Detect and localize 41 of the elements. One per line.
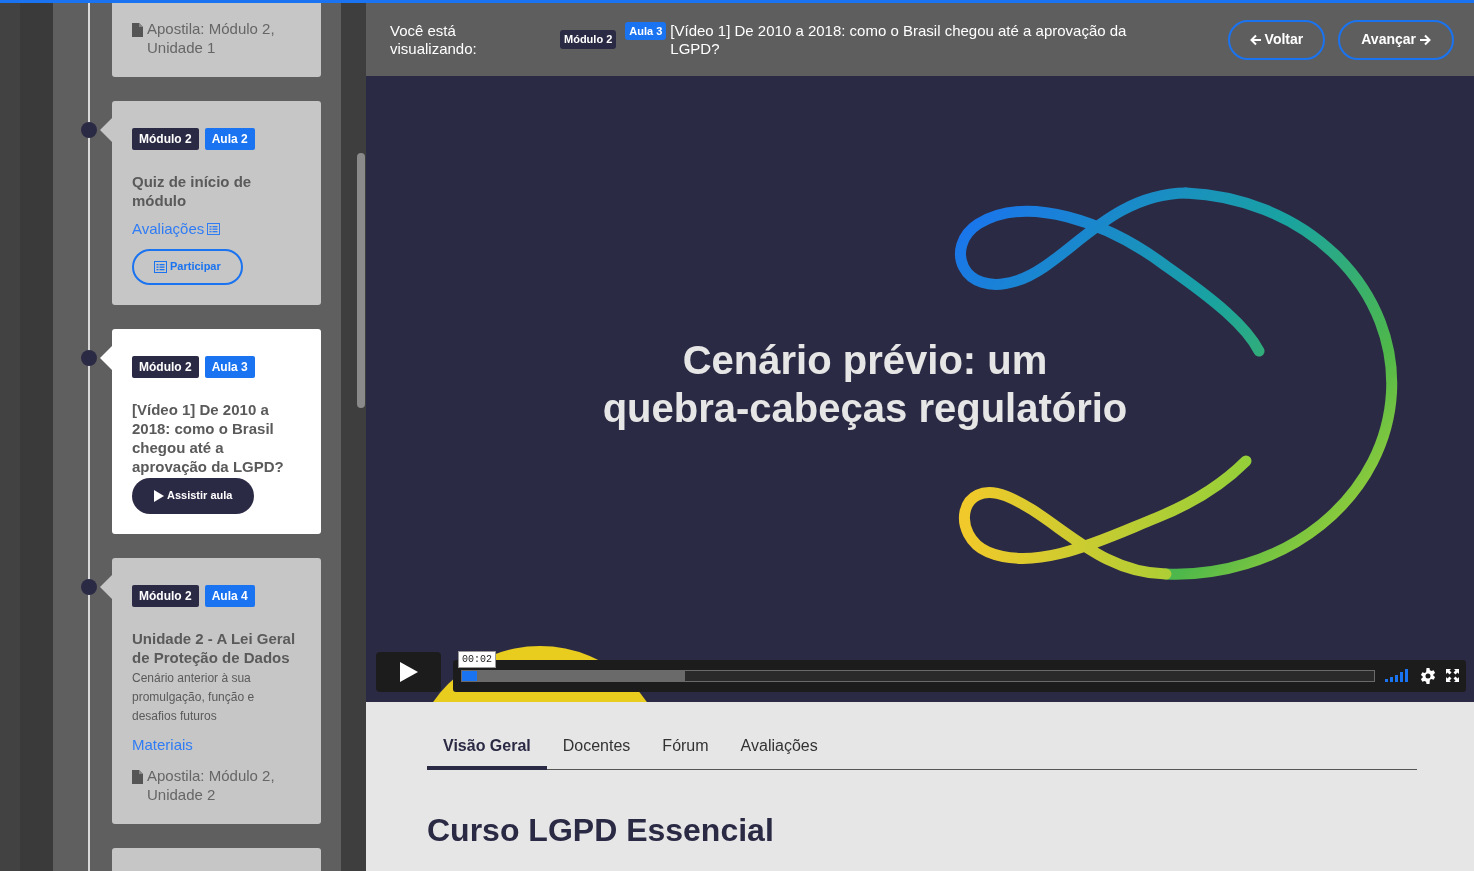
course-title: Curso LGPD Essencial bbox=[427, 811, 775, 850]
document-icon bbox=[132, 770, 143, 784]
lesson-badge: Aula 2 bbox=[204, 128, 255, 150]
card-pointer bbox=[100, 574, 112, 599]
play-icon bbox=[154, 489, 164, 502]
play-button[interactable] bbox=[376, 652, 441, 692]
module-badge: Módulo 2 bbox=[132, 355, 199, 378]
video-player[interactable]: Cenário prévio: um quebra-cabeças regulatório 00:02 bbox=[366, 76, 1474, 702]
list-icon bbox=[154, 260, 167, 273]
lesson-title: Quiz de início de módulo bbox=[132, 172, 253, 210]
play-icon bbox=[399, 662, 418, 682]
back-button[interactable]: Voltar bbox=[1227, 19, 1326, 60]
time-tooltip: 00:02 bbox=[458, 651, 496, 668]
tab[interactable]: Avaliações bbox=[724, 726, 834, 770]
watch-button[interactable]: Assistir aula bbox=[132, 477, 255, 514]
slide-title: Cenário prévio: um quebra-cabeças regulatório bbox=[602, 337, 1128, 432]
tab[interactable]: Fórum bbox=[646, 726, 725, 770]
settings-icon[interactable] bbox=[1420, 668, 1436, 684]
lesson-title: [Vídeo 1] De 2010 a 2018: como o Brasil chegou até a aprovação da LGPD? bbox=[670, 21, 1128, 58]
volume-icon[interactable] bbox=[1385, 669, 1409, 682]
fullscreen-icon[interactable] bbox=[1446, 669, 1459, 682]
lesson-badge: Aula 4 bbox=[204, 584, 255, 607]
module-badge: Módulo 2 bbox=[132, 584, 199, 607]
arrow-left-icon bbox=[1249, 33, 1262, 46]
tab[interactable]: Docentes bbox=[546, 726, 647, 770]
lesson-title: Unidade 2 - A Lei Geral de Proteção de Dados bbox=[132, 628, 297, 667]
card-pointer bbox=[100, 118, 112, 142]
next-button[interactable]: Avançar bbox=[1338, 19, 1454, 60]
module-badge: Módulo 2 bbox=[560, 30, 617, 49]
arrow-right-icon bbox=[1419, 33, 1431, 46]
tab[interactable]: Visão Geral bbox=[427, 726, 547, 770]
card-pointer bbox=[100, 345, 112, 370]
viewing-label: Você está visualizando: bbox=[390, 21, 478, 58]
document-icon bbox=[132, 23, 143, 37]
lesson-badge: Aula 3 bbox=[625, 21, 667, 40]
lesson-description: Cenário anterior à sua promulgação, função e desafios futuros bbox=[132, 669, 256, 725]
lesson-badge: Aula 3 bbox=[204, 355, 255, 378]
scrollbar-thumb[interactable] bbox=[357, 153, 365, 408]
progress-track[interactable] bbox=[461, 670, 1375, 682]
lesson-title: [Vídeo 1] De 2010 a 2018: como o Brasil chegou até a aprovação da LGPD? bbox=[132, 399, 285, 476]
module-badge: Módulo 2 bbox=[132, 128, 199, 150]
